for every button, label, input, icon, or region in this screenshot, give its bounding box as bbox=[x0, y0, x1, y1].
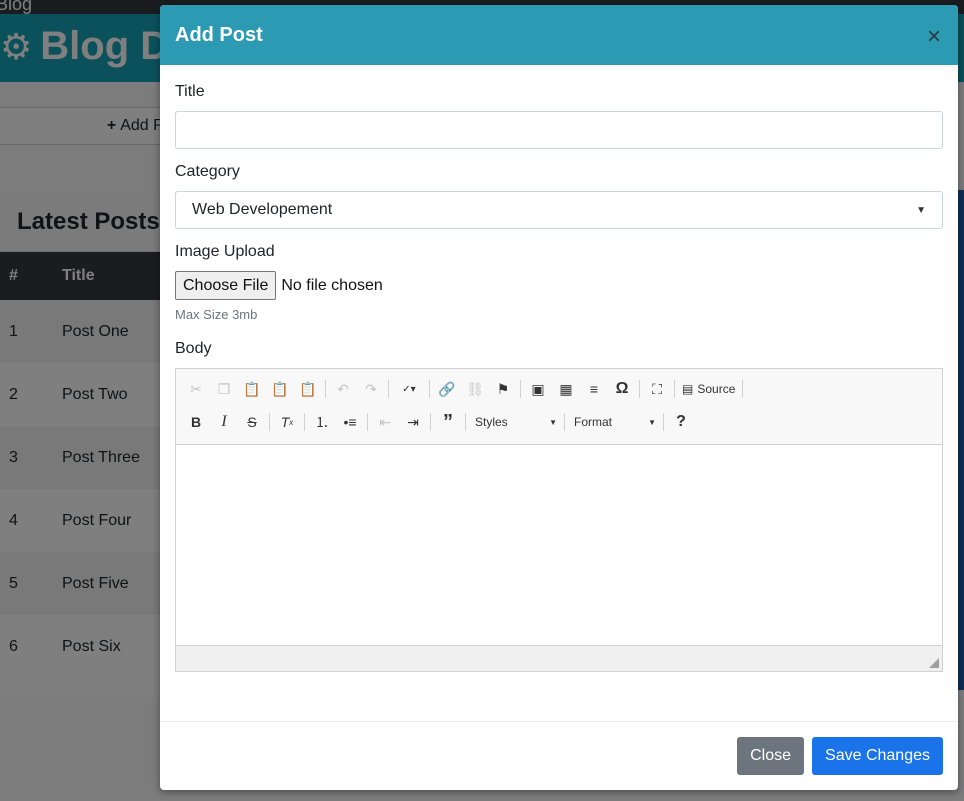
body-label: Body bbox=[175, 340, 212, 357]
choose-file-button[interactable]: Choose File bbox=[175, 271, 277, 300]
source-icon: ▤ bbox=[682, 382, 694, 396]
file-input: Choose File No file chosen bbox=[175, 271, 943, 300]
bold-icon[interactable]: B bbox=[182, 408, 210, 436]
special-char-icon[interactable]: Ω bbox=[608, 375, 636, 403]
anchor-flag-icon[interactable]: ⚑ bbox=[489, 375, 517, 403]
body-group: Body ✂ ❐ 📋 📋 📋 ↶ ↷ ✓▾ � bbox=[175, 340, 943, 672]
modal-body: Title Category Web Developement ▼ Image … bbox=[160, 65, 958, 672]
spellcheck-icon[interactable]: ✓▾ bbox=[392, 375, 426, 403]
unlink-icon[interactable]: ⛓ bbox=[461, 375, 489, 403]
undo-icon[interactable]: ↶ bbox=[329, 375, 357, 403]
toolbar-separator bbox=[663, 413, 664, 431]
cut-icon[interactable]: ✂ bbox=[182, 375, 210, 403]
image-upload-help: Max Size 3mb bbox=[175, 307, 258, 322]
strikethrough-icon[interactable]: S bbox=[238, 408, 266, 436]
toolbar-separator bbox=[465, 413, 466, 431]
link-icon[interactable]: 🔗 bbox=[433, 375, 461, 403]
horizontal-rule-icon[interactable]: ≡ bbox=[580, 375, 608, 403]
editor-content-area[interactable] bbox=[176, 445, 942, 645]
toolbar-separator bbox=[520, 380, 521, 398]
numbered-list-icon[interactable]: ⒈ bbox=[308, 408, 336, 436]
editor-toolbar: ✂ ❐ 📋 📋 📋 ↶ ↷ ✓▾ 🔗 ⛓ ⚑ ▣ ▦ ≡ Ω ⛶ ▤ Sourc… bbox=[176, 369, 942, 445]
toolbar-separator bbox=[742, 380, 744, 398]
add-post-modal: Add Post × Title Category Web Developeme… bbox=[160, 5, 958, 790]
toolbar-separator bbox=[564, 413, 565, 431]
caret-down-icon: ▼ bbox=[648, 417, 656, 427]
paste-icon[interactable]: 📋 bbox=[238, 375, 266, 403]
category-label: Category bbox=[175, 163, 240, 180]
toolbar-separator bbox=[429, 380, 430, 398]
category-selected-value: Web Developement bbox=[192, 201, 333, 218]
close-button[interactable]: Close bbox=[737, 737, 805, 775]
copy-icon[interactable]: ❐ bbox=[210, 375, 238, 403]
styles-label: Styles bbox=[475, 415, 508, 429]
table-icon[interactable]: ▦ bbox=[552, 375, 580, 403]
image-upload-label: Image Upload bbox=[175, 243, 275, 260]
toolbar-row-1: ✂ ❐ 📋 📋 📋 ↶ ↷ ✓▾ 🔗 ⛓ ⚑ ▣ ▦ ≡ Ω ⛶ ▤ Sourc… bbox=[182, 375, 936, 403]
toolbar-separator bbox=[304, 413, 305, 431]
toolbar-separator bbox=[269, 413, 270, 431]
source-label: Source bbox=[697, 382, 736, 396]
save-changes-button[interactable]: Save Changes bbox=[812, 737, 943, 775]
format-label: Format bbox=[574, 415, 613, 429]
toolbar-separator bbox=[639, 380, 640, 398]
redo-icon[interactable]: ↷ bbox=[357, 375, 385, 403]
styles-dropdown[interactable]: Styles ▼ bbox=[469, 410, 561, 434]
title-input[interactable] bbox=[175, 111, 943, 149]
indent-icon[interactable]: ⇥ bbox=[399, 408, 427, 436]
editor-status-bar bbox=[176, 645, 942, 671]
outdent-icon[interactable]: ⇤ bbox=[371, 408, 399, 436]
modal-header: Add Post × bbox=[160, 5, 958, 65]
modal-title: Add Post bbox=[175, 23, 263, 46]
category-select[interactable]: Web Developement ▼ bbox=[175, 191, 943, 229]
maximize-icon[interactable]: ⛶ bbox=[643, 375, 671, 403]
resize-handle-icon[interactable] bbox=[929, 658, 939, 668]
modal-footer: Close Save Changes bbox=[160, 721, 958, 790]
category-group: Category Web Developement ▼ bbox=[175, 163, 943, 229]
source-button[interactable]: ▤ Source bbox=[678, 375, 739, 403]
toolbar-separator bbox=[388, 380, 389, 398]
file-status: No file chosen bbox=[281, 276, 383, 294]
title-label: Title bbox=[175, 83, 205, 100]
image-upload-group: Image Upload Choose File No file chosen … bbox=[175, 243, 943, 322]
caret-down-icon: ▼ bbox=[916, 204, 926, 216]
rich-text-editor: ✂ ❐ 📋 📋 📋 ↶ ↷ ✓▾ 🔗 ⛓ ⚑ ▣ ▦ ≡ Ω ⛶ ▤ Sourc… bbox=[175, 368, 943, 672]
close-icon[interactable]: × bbox=[927, 21, 943, 49]
paste-word-icon[interactable]: 📋 bbox=[294, 375, 322, 403]
format-dropdown[interactable]: Format ▼ bbox=[568, 410, 660, 434]
caret-down-icon: ▼ bbox=[549, 417, 557, 427]
bulleted-list-icon[interactable]: •≡ bbox=[336, 408, 364, 436]
toolbar-separator bbox=[367, 413, 368, 431]
remove-format-icon[interactable]: Tx bbox=[273, 408, 301, 436]
toolbar-separator bbox=[674, 380, 675, 398]
blockquote-icon[interactable]: ” bbox=[434, 408, 462, 436]
paste-text-icon[interactable]: 📋 bbox=[266, 375, 294, 403]
toolbar-separator bbox=[430, 413, 431, 431]
italic-icon[interactable]: I bbox=[210, 408, 238, 436]
toolbar-row-2: B I S Tx ⒈ •≡ ⇤ ⇥ ” Styles ▼ Format ▼ ? bbox=[182, 408, 936, 436]
toolbar-separator bbox=[325, 380, 326, 398]
image-icon[interactable]: ▣ bbox=[524, 375, 552, 403]
title-group: Title bbox=[175, 83, 943, 149]
help-icon[interactable]: ? bbox=[667, 408, 695, 436]
